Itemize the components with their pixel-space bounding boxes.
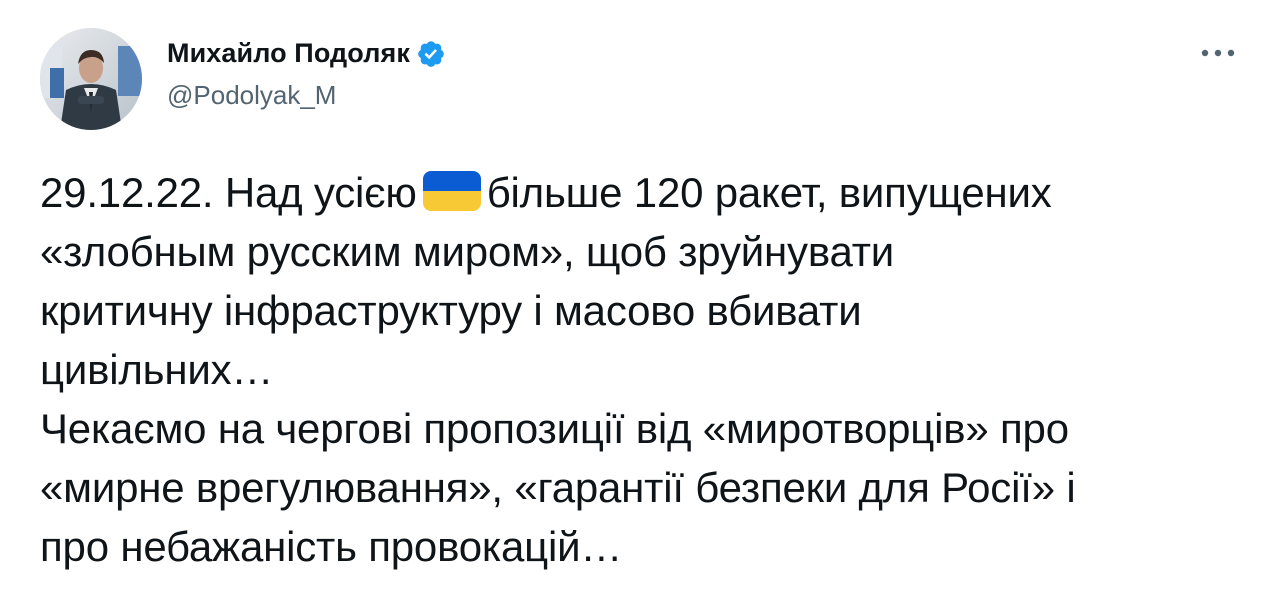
author-display-name[interactable]: Михайло Подоляк — [167, 38, 410, 69]
tweet-text-line: Чекаємо на чергові пропозиції від «мирот… — [40, 405, 1069, 452]
tweet-text-line: цивільних… — [40, 346, 274, 393]
tweet-text: 29.12.22. Над усією більше 120 ракет, вип… — [40, 163, 1255, 576]
tweet-text-segment: більше 120 ракет, випущених — [486, 169, 1052, 216]
tweet-text-line: 29.12.22. Над усією більше 120 ракет, вип… — [40, 163, 1255, 222]
tweet-text-segment: 29.12.22. Над усією — [40, 169, 417, 216]
verified-badge-icon — [416, 39, 446, 69]
author-avatar[interactable] — [40, 28, 142, 130]
author-name-row: Михайло Подоляк — [167, 38, 446, 69]
tweet-text-line: критичну інфраструктуру і масово вбивати — [40, 287, 862, 334]
tweet-text-line: про небажаність провокацій… — [40, 523, 623, 570]
avatar-photo-icon — [40, 28, 142, 130]
ukraine-flag-icon — [422, 171, 481, 211]
tweet-text-line: «злобным русским миром», щоб зруйнувати — [40, 228, 895, 275]
tweet-text-line: «мирне врегулювання», «гарантії безпеки … — [40, 464, 1076, 511]
more-options-button[interactable] — [1196, 38, 1240, 68]
tweet-card: Михайло Подоляк @Podolyak_M 29.12.22. На… — [0, 0, 1280, 591]
more-options-icon — [1201, 49, 1235, 57]
author-handle[interactable]: @Podolyak_M — [167, 80, 336, 111]
